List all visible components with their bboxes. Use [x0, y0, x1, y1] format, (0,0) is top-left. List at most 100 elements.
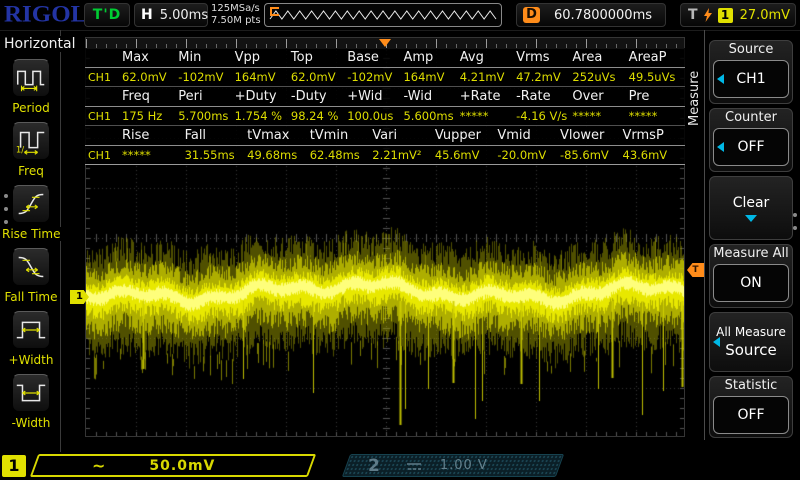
- measure-header-cell: +Duty: [234, 89, 277, 104]
- source-button[interactable]: CH1: [713, 60, 789, 98]
- source-label: Source: [728, 42, 774, 57]
- top-status-bar: RIGOL T'D H 5.00ms 125MSa/s 7.50M pts D …: [0, 0, 800, 31]
- bottom-channel-bar: 1 ~ 50.0mV 2 1.00 V: [0, 452, 800, 480]
- delay-value: 60.7800000ms: [554, 7, 653, 23]
- counter-group: Counter OFF: [709, 108, 793, 172]
- measure-header-row: Rise Fall tVmax tVmin Vari Vupper Vmid Vlower Vr…: [85, 126, 685, 146]
- measure-header-cell: tVmin: [309, 128, 349, 143]
- measure-value-cell: 4.21mV: [459, 70, 505, 84]
- trigger-level-marker[interactable]: T: [687, 263, 704, 277]
- measure-header-cell: Vlower: [559, 128, 605, 143]
- measure-header-cell: tVmax: [247, 128, 290, 143]
- menu-item-minus-width[interactable]: -Width: [0, 374, 62, 431]
- delay-label: D: [523, 7, 540, 23]
- trigger-status-badge: T'D: [84, 3, 130, 27]
- fall-time-icon: [12, 248, 50, 286]
- measure-header-cell: Area: [572, 50, 603, 65]
- menu-item-period[interactable]: Period: [0, 59, 62, 116]
- measure-header-cell: -Wid: [403, 89, 433, 104]
- memory-position-marker: [270, 7, 279, 16]
- minus-width-icon: [12, 374, 50, 412]
- measure-header-cell: Vpp: [234, 50, 260, 65]
- memory-depth: 7.50M pts: [211, 15, 261, 26]
- plus-width-icon: [12, 311, 50, 349]
- menu-item-freq[interactable]: 1/ Freq: [0, 122, 62, 179]
- measure-value-cell: -85.6mV: [559, 148, 609, 162]
- trigger-position-marker[interactable]: [379, 39, 391, 47]
- right-menu-divider: [704, 30, 705, 440]
- measure-channel-label: CH1: [88, 70, 111, 84]
- measure-value-cell: 100.0us: [347, 109, 394, 123]
- measure-header-cell: Fall: [184, 128, 207, 143]
- measure-header-cell: -Rate: [516, 89, 551, 104]
- trigger-level-value: 27.0mV: [739, 7, 791, 23]
- ch2-number: 2: [368, 455, 380, 476]
- measure-header-cell: Vrms: [516, 50, 550, 65]
- measure-value-row: CH1 62.0mV -102mV 164mV 62.0mV -102mV 164mV 4.2…: [85, 68, 685, 87]
- measure-header-row: Max Min Vpp Top Base Amp Avg Vrms Area AreaP: [85, 48, 685, 68]
- memory-waveform: [264, 3, 502, 27]
- menu-item-plus-width[interactable]: +Width: [0, 311, 62, 368]
- ch1-block-content: ~ 50.0mV: [34, 454, 312, 477]
- measure-header-cell: Over: [572, 89, 604, 104]
- statistic-label: Statistic: [724, 378, 778, 393]
- counter-button[interactable]: OFF: [713, 128, 789, 166]
- right-menu-tab: Measure: [687, 56, 704, 140]
- measure-all-label: Measure All: [713, 246, 789, 261]
- counter-left-arrow-icon: [717, 142, 724, 152]
- measure-value-cell: 47.2mV: [516, 70, 561, 84]
- all-measure-left-arrow-icon: [713, 337, 720, 347]
- measure-value-cell: -20.0mV: [497, 148, 547, 162]
- period-icon: [12, 59, 50, 97]
- trigger-delay-box: D 60.7800000ms: [516, 3, 666, 27]
- measure-value-cell: -102mV: [347, 70, 393, 84]
- trigger-info-box: T 1 27.0mV: [680, 3, 796, 27]
- measure-value-cell: 2.21mV²: [372, 148, 422, 162]
- menu-item-fall-time[interactable]: Fall Time: [0, 248, 62, 305]
- ch2-block-content: 2 1.00 V: [346, 454, 560, 477]
- rise-time-icon: [12, 185, 50, 223]
- measure-channel-label: CH1: [88, 109, 111, 123]
- counter-label: Counter: [725, 110, 777, 125]
- measure-header-cell: AreaP: [628, 50, 667, 65]
- trigger-source-badge: 1: [717, 7, 733, 23]
- menu-item-rise-time[interactable]: Rise Time: [0, 185, 63, 242]
- all-measure-source-button[interactable]: All Measure Source: [709, 312, 793, 372]
- svg-text:1/: 1/: [16, 145, 24, 155]
- source-left-arrow-icon: [717, 74, 724, 84]
- measure-header-cell: Vmid: [497, 128, 531, 143]
- measure-header-cell: Max: [122, 50, 149, 65]
- h-label: H: [141, 7, 153, 23]
- measure-value-cell: 5.700ms: [178, 109, 229, 123]
- measure-table: Max Min Vpp Top Base Amp Avg Vrms Area AreaP CH1 62…: [85, 48, 685, 165]
- measure-value-cell: 31.55ms: [184, 148, 235, 162]
- measure-header-cell: +Wid: [347, 89, 383, 104]
- acquisition-info: 125MSa/s 7.50M pts: [211, 3, 261, 27]
- measure-value-cell: 164mV: [403, 70, 445, 84]
- measure-value-cell: 5.600ms: [403, 109, 454, 123]
- measure-header-cell: Peri: [178, 89, 203, 104]
- measure-value-cell: 62.0mV: [122, 70, 167, 84]
- measure-value-row: CH1 ***** 31.55ms 49.68ms 62.48ms 2.21mV² 45.6…: [85, 146, 685, 164]
- measure-header-cell: Pre: [628, 89, 650, 104]
- measure-header-cell: Vari: [372, 128, 398, 143]
- measure-header-cell: -Duty: [290, 89, 327, 104]
- measure-value-cell: -102mV: [178, 70, 224, 84]
- measure-value-cell: *****: [122, 148, 151, 162]
- measure-header-cell: Vupper: [434, 128, 481, 143]
- measure-header-cell: Amp: [403, 50, 434, 65]
- measure-header-cell: Rise: [122, 128, 150, 143]
- measure-all-button[interactable]: ON: [713, 264, 789, 302]
- measure-value-cell: 98.24 %: [290, 109, 339, 123]
- statistic-group: Statistic OFF: [709, 376, 793, 438]
- measure-header-cell: Freq: [122, 89, 150, 104]
- clear-button[interactable]: Clear: [709, 176, 793, 240]
- measure-value-cell: 164mV: [234, 70, 276, 84]
- measure-value-cell: 49.5uVs: [628, 70, 676, 84]
- measure-value-cell: 49.68ms: [247, 148, 298, 162]
- measure-value-cell: 252uVs: [572, 70, 616, 84]
- measure-header-cell: VrmsP: [622, 128, 664, 143]
- sample-rate: 125MSa/s: [211, 3, 260, 14]
- statistic-button[interactable]: OFF: [713, 396, 789, 434]
- measure-value-cell: 62.0mV: [290, 70, 336, 84]
